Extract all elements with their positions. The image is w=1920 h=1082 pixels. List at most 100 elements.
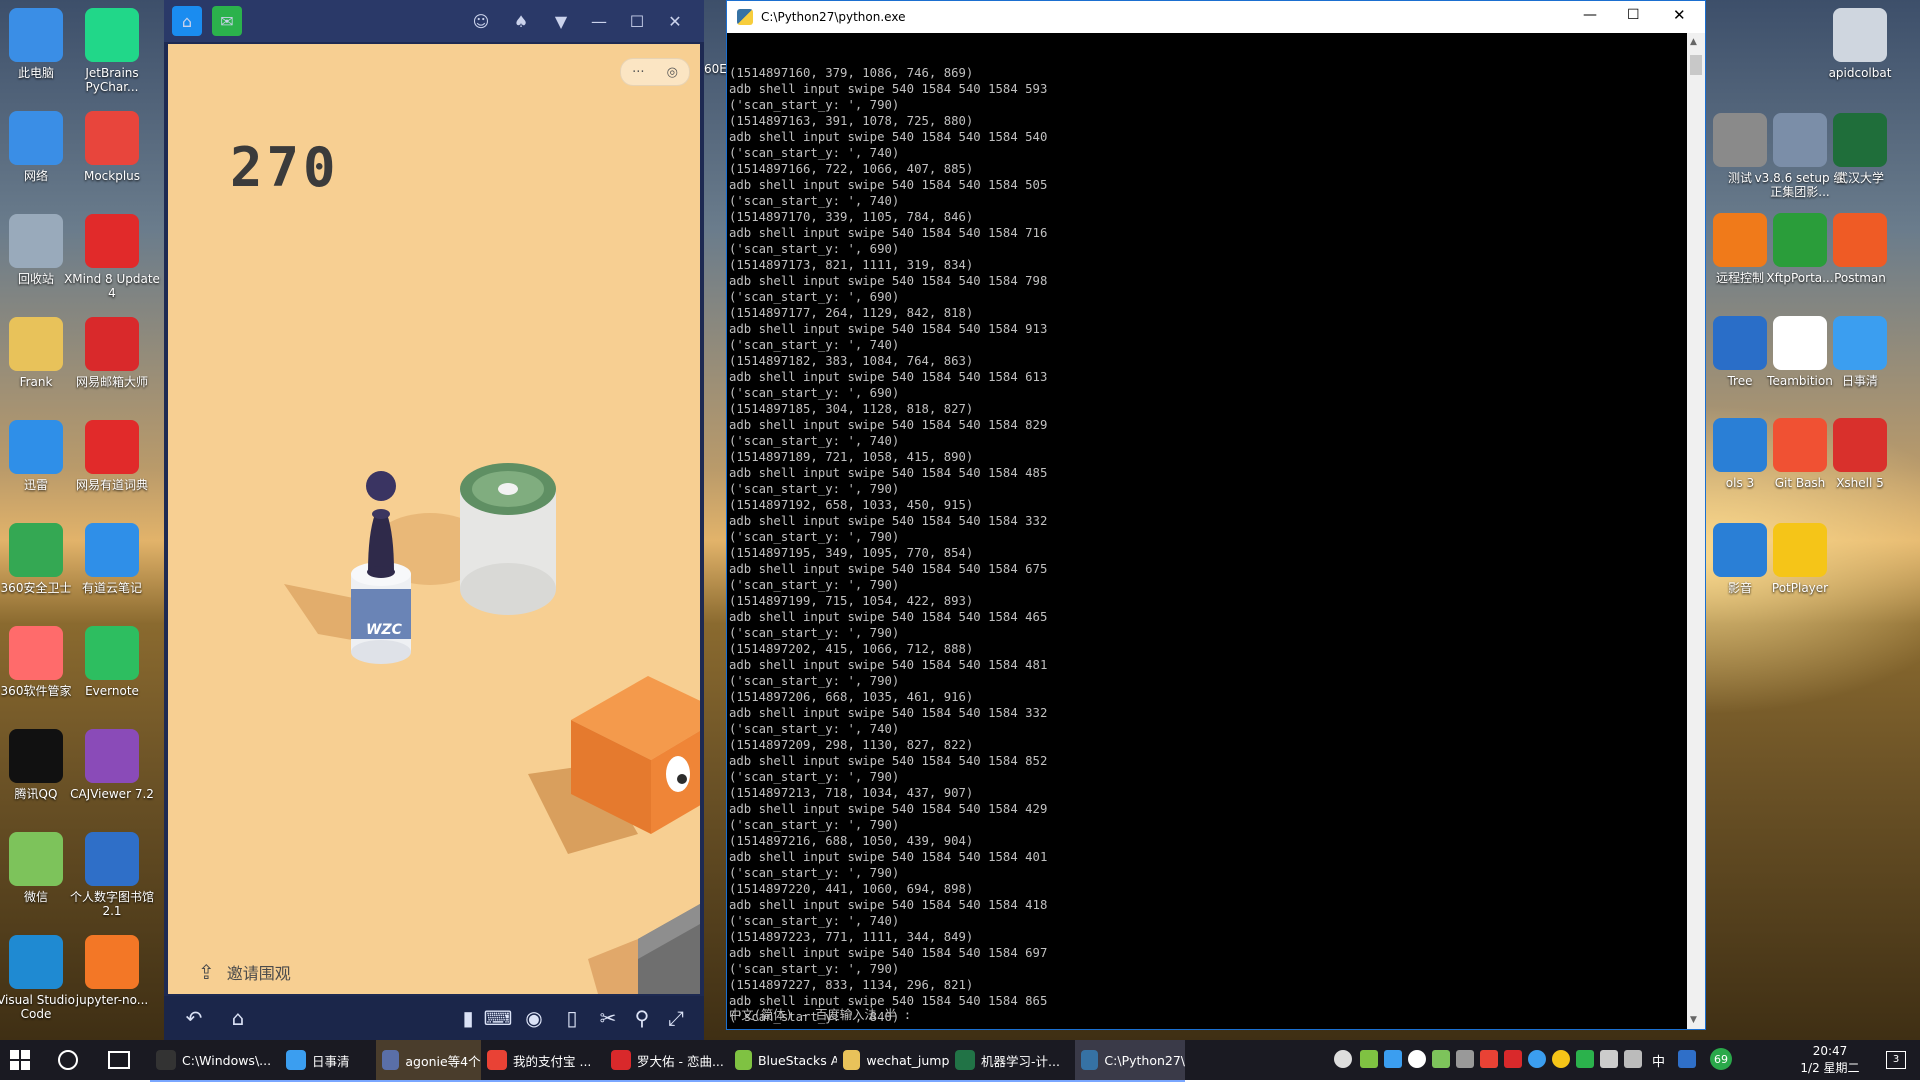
desktop-icon[interactable]: apidcolbat [1810,8,1910,80]
close-button[interactable]: ✕ [660,6,690,36]
taskbar-app-button[interactable]: 机器学习-计... [949,1040,1075,1082]
desktop-icon-label: PotPlayer [1771,581,1829,595]
invite-watch-button[interactable]: ⇪ 邀请围观 [198,960,291,984]
eye-button[interactable]: ◉ [520,1004,548,1032]
portrait-button[interactable]: ▮ [454,1004,482,1032]
netease-tray-icon[interactable] [1504,1050,1522,1068]
menu-button[interactable]: ▼ [546,6,576,36]
location-button[interactable]: ⚲ [628,1004,656,1032]
taskbar-app-button[interactable]: wechat_jump... [837,1040,949,1082]
close-button[interactable]: ✕ [1673,6,1686,24]
account-button[interactable]: ☺ [466,6,496,36]
start-button[interactable] [10,1050,30,1070]
maximize-button[interactable]: ☐ [622,6,652,36]
desktop-icon[interactable]: Postman [1810,213,1910,285]
console-line: adb shell input swipe 540 1584 540 1584 … [729,82,1048,96]
console-line: (1514897223, 771, 1111, 344, 849) [729,930,974,944]
console-line: adb shell input swipe 540 1584 540 1584 … [729,514,1048,528]
console-line: ('scan_start_y: ', 740) [729,338,900,352]
taskbar-app-button[interactable]: BlueStacks A... [729,1040,837,1082]
taskbar-app-label: 罗大佑 - 恋曲... [637,1053,724,1069]
monitor-badge[interactable]: 69 [1710,1048,1732,1070]
console-line: adb shell input swipe 540 1584 540 1584 … [729,562,1048,576]
back-button[interactable]: ↶ [174,1004,214,1032]
wechat-tab[interactable]: ✉ [212,6,242,36]
desktop-icon[interactable]: Xshell 5 [1810,418,1910,490]
wechat-tray-icon[interactable] [1432,1050,1450,1068]
desktop-icon[interactable]: 有道云笔记 [62,523,162,595]
theme-button[interactable]: ♠ [506,6,536,36]
chrome-tray-icon[interactable] [1480,1050,1498,1068]
taskbar-app-button[interactable]: C:\Python27\... [1075,1040,1185,1082]
bluestacks-tray-icon[interactable] [1360,1050,1378,1068]
potplayer-icon [1773,523,1827,577]
desktop-icon[interactable]: 日事清 [1810,316,1910,388]
desktop-icon[interactable]: 武汉大学 [1810,113,1910,185]
rishiqing-tray-icon[interactable] [1384,1050,1402,1068]
minimize-button[interactable]: — [584,6,614,36]
desktop-icon-label: Xshell 5 [1836,476,1884,490]
clock[interactable]: 20:47 1/2 星期二 [1790,1043,1870,1077]
shake-button[interactable]: ▯ [558,1004,586,1032]
scroll-up-icon[interactable]: ▲ [1690,37,1697,47]
console-line: (1514897206, 668, 1035, 461, 916) [729,690,974,704]
fullscreen-button[interactable]: ⤢ [662,1004,690,1032]
task-view-icon[interactable] [108,1051,130,1069]
desktop-icon[interactable]: 个人数字图书馆2.1 [62,832,162,918]
wifi-icon[interactable] [1334,1050,1352,1068]
taskbar-app-button[interactable]: C:\Windows\... [150,1040,280,1082]
home-tab[interactable]: ⌂ [172,6,202,36]
whu-logo-icon [1833,113,1887,167]
desktop-icon[interactable]: jupyter-no... [62,935,162,1007]
bluetooth-icon[interactable] [1528,1050,1546,1068]
console-line: (1514897195, 349, 1095, 770, 854) [729,546,974,560]
desktop-icon[interactable]: Evernote [62,626,162,698]
desktop-icon-label: 有道云笔记 [81,581,142,595]
taskbar-app-button[interactable]: 日事清 [280,1040,376,1082]
desktop-icon[interactable]: 网易邮箱大师 [62,317,162,389]
console-scrollbar[interactable]: ▲ ▼ [1687,33,1705,1029]
console-output[interactable]: (1514897160, 379, 1086, 746, 869) adb she… [727,33,1685,1029]
minimize-icon: — [591,11,607,31]
desktop-icon[interactable]: PotPlayer [1750,523,1850,595]
desktop-icon[interactable]: 网易有道词典 [62,420,162,492]
console-line: ('scan_start_y: ', 690) [729,386,900,400]
keyboard-button[interactable]: ⌨ [484,1004,513,1032]
rishiqing-icon [286,1050,306,1070]
thunder-icon [9,420,63,474]
desktop-icon[interactable]: Mockplus [62,111,162,183]
ime-indicator[interactable]: 中 [1652,1051,1665,1070]
console-line: adb shell input swipe 540 1584 540 1584 … [729,130,1048,144]
scroll-down-icon[interactable]: ▼ [1690,1015,1697,1025]
desktop-icon-label: 个人数字图书馆2.1 [69,890,154,918]
network-icon[interactable] [1624,1050,1642,1068]
cylinder-platform [460,463,556,615]
minimize-button[interactable]: — [1583,7,1597,23]
console-line: (1514897216, 688, 1050, 439, 904) [729,834,974,848]
jump-game-screen[interactable]: ··· ◎ 270 WZC ⇪ 邀请围观 [168,44,700,994]
volume-icon[interactable] [1600,1050,1618,1068]
potplayer-tray-icon[interactable] [1552,1050,1570,1068]
baidu-ime-icon[interactable] [1678,1050,1696,1068]
security-tray-icon[interactable] [1576,1050,1594,1068]
taskbar-app-button[interactable]: 我的支付宝 ... [481,1040,605,1082]
maximize-icon: ☐ [1627,7,1640,23]
thermometer-icon[interactable] [1456,1050,1474,1068]
android-home-button[interactable]: ⌂ [218,1004,258,1032]
desktop-icon[interactable]: CAJViewer 7.2 [62,729,162,801]
bluestacks-window: ⌂ ✉ ☺ ♠ ▼ — ☐ ✕ ··· ◎ 270 WZC ⇪ 邀请围观 ↶ ⌂… [164,0,704,1040]
notification-center-button[interactable]: 3 [1886,1051,1906,1069]
search-icon[interactable] [58,1050,78,1070]
desktop-icon[interactable]: XMind 8 Update 4 [62,214,162,300]
desktop-icon[interactable]: JetBrains PyChar... [62,8,162,94]
pycharm-icon [85,8,139,62]
console-line: adb shell input swipe 540 1584 540 1584 … [729,322,1048,336]
record-tray-icon[interactable] [1408,1050,1426,1068]
screenshot-button[interactable]: ✂ [594,1004,622,1032]
fullscreen-icon: ⤢ [668,1006,684,1030]
taskbar-app-button[interactable]: 罗大佑 - 恋曲... [605,1040,729,1082]
taskbar-app-button[interactable]: agonie等4个... [376,1040,481,1082]
console-line: (1514897163, 391, 1078, 725, 880) [729,114,974,128]
maximize-button[interactable]: ☐ [1627,7,1640,23]
scroll-thumb[interactable] [1690,55,1702,75]
